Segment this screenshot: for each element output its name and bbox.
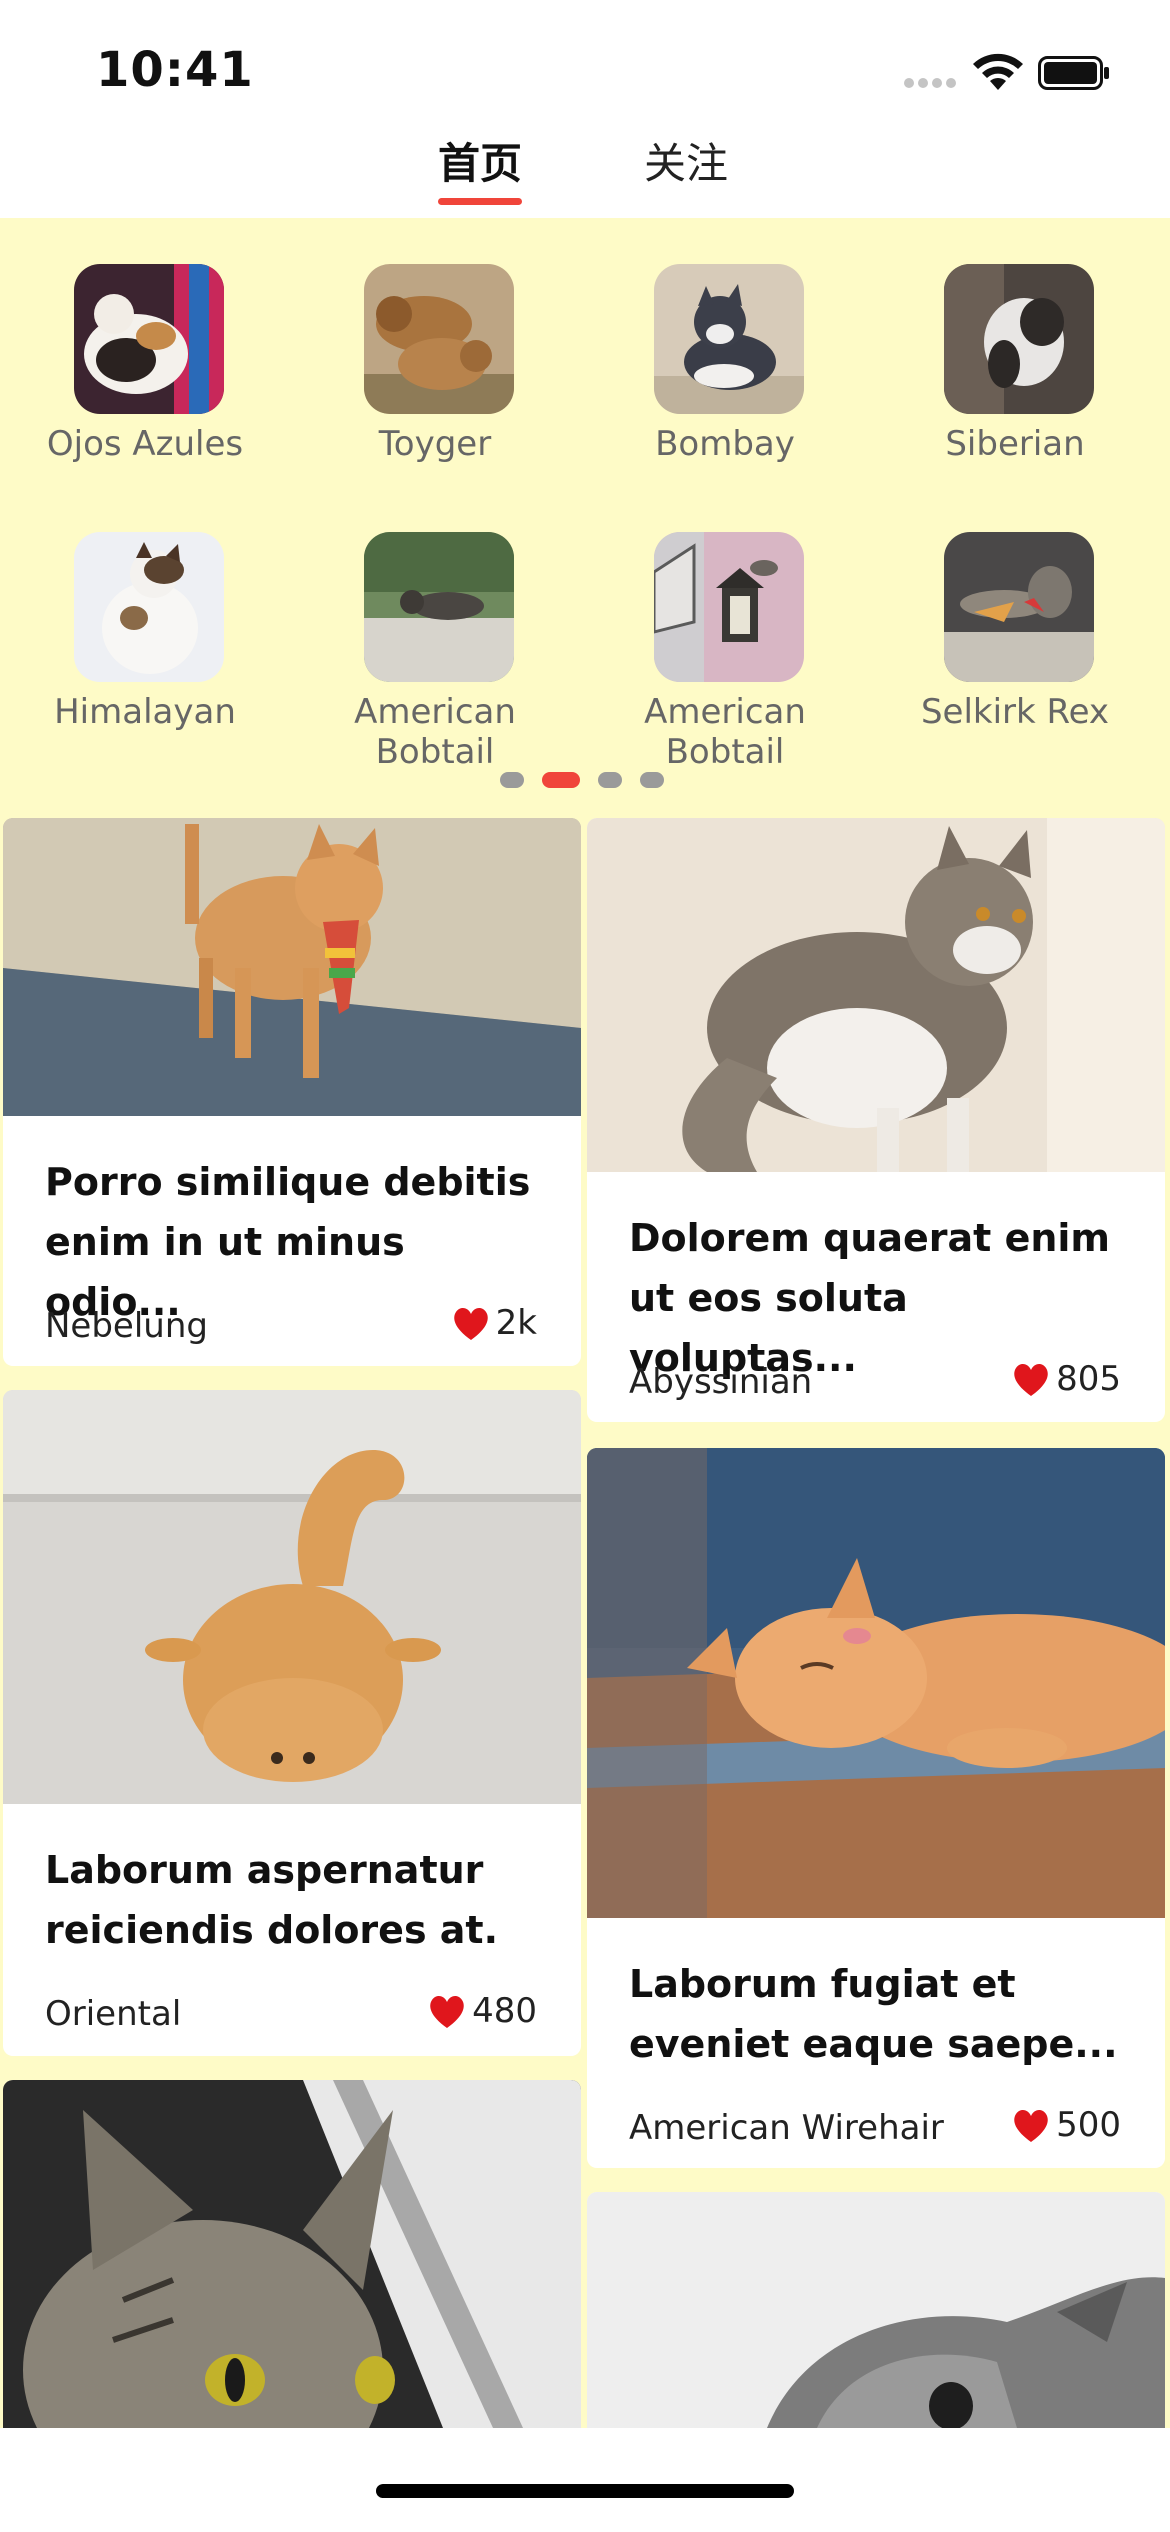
page-dot[interactable]	[598, 772, 622, 788]
breed-thumbnail	[654, 264, 804, 414]
post-breed: Abyssinian	[629, 1362, 813, 1402]
breed-thumbnail	[944, 264, 1094, 414]
breed-item[interactable]: Selkirk Rex	[870, 486, 1160, 732]
like-count-value: 805	[1056, 1359, 1121, 1399]
breed-item[interactable]: Himalayan	[0, 486, 290, 732]
tab-home[interactable]: 首页	[438, 138, 522, 190]
heart-icon	[1014, 1364, 1048, 1396]
like-count[interactable]: 805	[1010, 1358, 1121, 1400]
post-photo	[587, 2192, 1165, 2428]
post-card[interactable]: Dolorem quaerat enim ut eos soluta volup…	[587, 818, 1165, 1422]
status-time: 10:41	[96, 42, 254, 98]
active-tab-indicator	[438, 198, 522, 205]
like-count[interactable]: 2k	[450, 1302, 537, 1344]
post-card[interactable]: Laborum aspernatur reiciendis dolores at…	[3, 1390, 581, 2056]
post-breed: American Wirehair	[629, 2108, 944, 2148]
breed-thumbnail	[364, 264, 514, 414]
breed-item[interactable]: Toyger	[290, 218, 580, 464]
breed-name: American Bobtail	[644, 692, 806, 772]
breed-name: Selkirk Rex	[920, 692, 1110, 732]
breed-item[interactable]: American Bobtail	[290, 486, 580, 772]
breed-thumbnail	[364, 532, 514, 682]
wifi-icon	[973, 53, 1023, 90]
breed-name: Himalayan	[54, 692, 236, 732]
breed-name: Toyger	[378, 424, 492, 464]
heart-icon	[453, 1308, 488, 1340]
breed-item[interactable]: American Bobtail	[580, 486, 870, 772]
breed-item[interactable]: Siberian	[870, 218, 1160, 464]
breed-thumbnail	[944, 532, 1094, 682]
app-screen: 10:41 首页 关注 Ojos Azules Toyger Bombay Si…	[0, 0, 1170, 2532]
tab-follow[interactable]: 关注	[644, 138, 728, 190]
breed-thumbnail	[74, 532, 224, 682]
breed-item[interactable]: Ojos Azules	[0, 218, 290, 464]
post-photo	[587, 1448, 1165, 1918]
heart-icon	[430, 1996, 464, 2028]
breed-thumbnail	[74, 264, 224, 414]
status-bar: 10:41	[0, 0, 1170, 130]
post-title: Laborum aspernatur reiciendis dolores at…	[45, 1848, 499, 1952]
post-photo	[3, 818, 581, 1116]
breed-name: Siberian	[945, 424, 1085, 464]
battery-icon	[1038, 56, 1109, 90]
heart-icon	[1014, 2110, 1048, 2142]
breed-name: Ojos Azules	[46, 424, 244, 464]
post-photo	[3, 1390, 581, 1804]
post-card[interactable]: Laborum fugiat et eveniet eaque saepe...…	[587, 1448, 1165, 2168]
page-dot[interactable]	[640, 772, 664, 788]
like-count-value: 480	[472, 1991, 537, 2031]
cellular-signal-icon	[904, 78, 958, 90]
like-count[interactable]: 500	[1010, 2104, 1121, 2146]
post-card[interactable]: Porro similique debitis enim in ut minus…	[3, 818, 581, 1366]
post-breed: Nebelung	[45, 1306, 208, 1346]
post-title: Laborum fugiat et eveniet eaque saepe...	[629, 1962, 1118, 2066]
post-card[interactable]	[3, 2080, 581, 2428]
breed-name: American Bobtail	[354, 692, 516, 772]
post-card[interactable]	[587, 2192, 1165, 2428]
home-indicator[interactable]	[376, 2484, 794, 2498]
post-photo	[3, 2080, 581, 2428]
top-tabs: 首页 关注	[0, 130, 1170, 218]
post-photo	[587, 818, 1165, 1172]
breed-item[interactable]: Bombay	[580, 218, 870, 464]
like-count-value: 2k	[495, 1303, 537, 1343]
breed-thumbnail	[654, 532, 804, 682]
like-count-value: 500	[1056, 2105, 1121, 2145]
page-indicator[interactable]	[500, 772, 670, 790]
like-count[interactable]: 480	[426, 1990, 537, 2032]
page-dot-active[interactable]	[542, 772, 580, 788]
post-breed: Oriental	[45, 1994, 182, 2034]
breed-name: Bombay	[655, 424, 795, 464]
page-dot[interactable]	[500, 772, 524, 788]
